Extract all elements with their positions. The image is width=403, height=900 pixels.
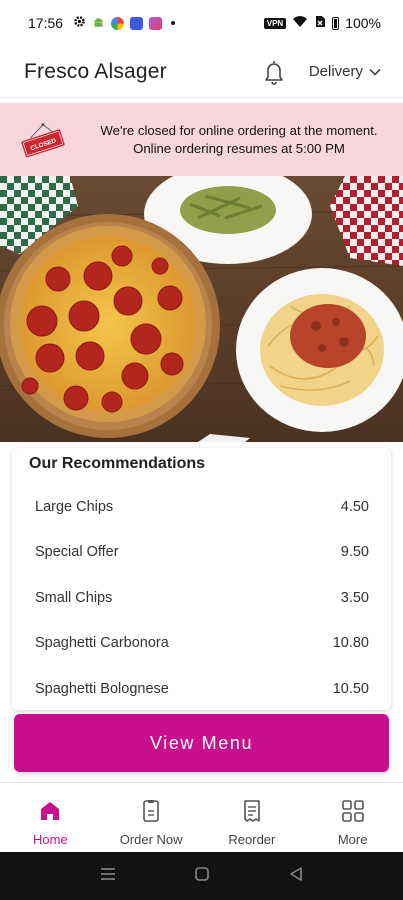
recommendation-item[interactable]: Special Offer 9.50: [12, 530, 391, 576]
status-time: 17:56: [28, 15, 64, 31]
nav-item-home[interactable]: Home: [0, 783, 101, 852]
hero-food-image: [0, 176, 403, 442]
delivery-label: Delivery: [308, 63, 363, 80]
app-header: Fresco Alsager Delivery: [0, 46, 403, 98]
messenger-icon: [130, 16, 144, 30]
status-right: VPN 100%: [263, 15, 381, 31]
recommendation-item[interactable]: Small Chips 3.50: [12, 575, 391, 621]
nav-label-more: More: [337, 832, 368, 847]
recommendation-item[interactable]: Large Chips 4.50: [12, 484, 391, 530]
nav-label-order-now: Order Now: [119, 832, 183, 847]
recents-icon[interactable]: [99, 867, 117, 886]
closed-message: We're closed for online ordering at the …: [88, 122, 390, 158]
browser-icon: [111, 16, 125, 30]
item-price: 3.50: [340, 589, 369, 606]
recommendations-card: Our Recommendations Large Chips 4.50 Spe…: [12, 448, 391, 710]
nav-label-reorder: Reorder: [228, 832, 276, 847]
closed-sign-icon: CLOSED: [21, 123, 65, 157]
bell-icon[interactable]: [261, 59, 287, 85]
nav-item-order-now[interactable]: Order Now: [101, 783, 202, 852]
closed-banner: CLOSED We're closed for online ordering …: [0, 103, 403, 176]
status-left: 17:56: [28, 15, 176, 31]
status-bar: 17:56 VPN 100%: [0, 0, 403, 46]
view-menu-button[interactable]: View Menu: [14, 714, 389, 772]
battery-percent: 100%: [345, 15, 381, 31]
grid-icon: [341, 799, 365, 826]
wifi-icon: [292, 15, 308, 31]
settings-gear-icon: [73, 15, 86, 31]
closed-message-line1: We're closed for online ordering at the …: [100, 122, 378, 138]
order-icon: [140, 799, 162, 826]
item-name: Spaghetti Carbonora: [35, 635, 169, 652]
recommendations-title: Our Recommendations: [29, 455, 206, 472]
notification-dot-icon: [171, 21, 176, 25]
system-nav-bar: [0, 852, 403, 900]
vpn-badge: VPN: [263, 17, 287, 29]
nav-label-home: Home: [33, 832, 68, 847]
recommendation-item[interactable]: Spaghetti Bolognese 10.50: [12, 666, 391, 710]
item-price: 4.50: [340, 498, 369, 515]
item-price: 9.50: [340, 544, 369, 561]
closed-message-line2: Online ordering resumes at 5:00 PM: [133, 140, 345, 156]
item-name: Special Offer: [35, 544, 119, 561]
battery-icon: [332, 16, 340, 30]
back-icon[interactable]: [288, 866, 304, 887]
home-icon: [38, 799, 62, 826]
chevron-down-icon: [369, 63, 381, 80]
nav-item-reorder[interactable]: Reorder: [202, 783, 303, 852]
item-name: Small Chips: [35, 589, 113, 606]
page-title: Fresco Alsager: [24, 59, 167, 83]
item-name: Spaghetti Bolognese: [35, 680, 169, 697]
delivery-selector[interactable]: Delivery: [309, 63, 381, 80]
item-price: 10.80: [332, 635, 369, 652]
item-price: 10.50: [332, 680, 369, 697]
home-button-icon[interactable]: [194, 866, 210, 887]
android-icon: [92, 15, 105, 31]
bottom-nav: Home Order Now Reorder More: [0, 782, 403, 852]
receipt-icon: [241, 799, 263, 826]
sim-icon: [314, 15, 326, 31]
item-name: Large Chips: [35, 498, 114, 515]
nav-item-more[interactable]: More: [302, 783, 403, 852]
camera-icon: [149, 16, 163, 30]
recommendation-item[interactable]: Spaghetti Carbonora 10.80: [12, 621, 391, 667]
